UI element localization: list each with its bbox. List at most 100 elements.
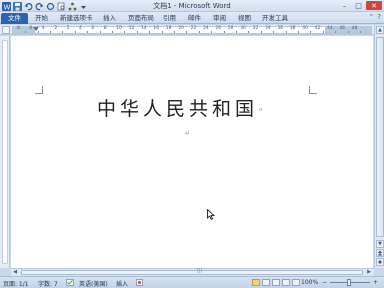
vertical-ruler-track — [2, 40, 8, 264]
tab-developer[interactable]: 开发工具 — [262, 13, 288, 24]
previous-page-button[interactable] — [376, 249, 384, 257]
top-right-margin-mark — [309, 86, 317, 94]
ruler-tick — [124, 31, 126, 33]
ruler-tick — [347, 31, 349, 33]
ruler-bar: 8 6 4 2 2 4 6 8 10 12 14 16 18 20 22 24 26 28 30 32 34 36 38 40… — [0, 25, 384, 35]
ribbon-controls: ⌃ ? — [368, 13, 381, 21]
document-heading[interactable]: 中华人民共和国↵ — [97, 94, 263, 121]
vertical-scroll-thumb[interactable] — [376, 37, 384, 237]
ruler-label: 2 — [54, 26, 58, 31]
ruler-tick — [186, 31, 188, 33]
document-page[interactable]: 中华人民共和国↵ ↵ — [11, 36, 373, 268]
ruler-label: 36 — [277, 26, 284, 31]
full-screen-reading-view-button[interactable] — [262, 279, 270, 286]
vertical-scrollbar[interactable]: ▲ ▼ — [374, 25, 384, 268]
tab-page-layout[interactable]: 页面布局 — [128, 13, 154, 24]
close-button[interactable]: ✕ — [366, 1, 382, 10]
ruler-tick — [136, 31, 138, 33]
window-title: 文档1 - Microsoft Word — [153, 2, 231, 10]
maximize-button[interactable]: □ — [352, 1, 365, 10]
ruler-label: 26 — [215, 26, 222, 31]
ruler-label: 20 — [178, 26, 184, 31]
ruler-label: 8 — [103, 26, 107, 31]
mouse-cursor-icon — [207, 208, 216, 222]
web-layout-view-button[interactable] — [272, 279, 280, 286]
ruler-label: 6 — [91, 26, 95, 31]
minimize-button[interactable]: – — [338, 1, 351, 10]
status-bar: 页面: 1/1 字数: 7 英语(美国) 插入 100% − + — [0, 276, 384, 288]
tab-home[interactable]: 开始 — [35, 13, 48, 24]
ruler-label: 22 — [190, 26, 197, 31]
ruler-label: 42 — [314, 26, 321, 31]
help-icon[interactable]: ? — [377, 13, 381, 21]
scroll-left-button[interactable]: ◀ — [11, 269, 19, 276]
ruler-tick — [74, 31, 76, 33]
scroll-up-button[interactable]: ▲ — [376, 26, 384, 34]
window-controls: – □ ✕ — [338, 1, 382, 10]
print-layout-view-button[interactable] — [252, 279, 260, 286]
ruler-tick — [260, 31, 262, 33]
ruler-tick — [298, 31, 299, 33]
tab-file[interactable]: 文件 — [1, 13, 28, 24]
horizontal-scroll-thumb[interactable] — [21, 270, 363, 275]
page-count[interactable]: 页面: 1/1 — [3, 279, 29, 288]
tab-selector[interactable] — [2, 26, 10, 34]
scroll-grip-icon: ||| — [197, 268, 203, 274]
ruler-tick — [360, 31, 361, 33]
ruler-label: 18 — [165, 26, 172, 31]
scroll-down-button[interactable]: ▼ — [376, 240, 384, 248]
ruler-tick — [248, 31, 250, 33]
ruler-tick — [223, 31, 225, 33]
language-indicator[interactable]: 英语(美国) — [79, 279, 108, 288]
outline-view-button[interactable] — [282, 279, 290, 286]
top-left-margin-mark — [35, 86, 43, 94]
ruler-tick — [236, 31, 237, 33]
ruler-tick — [174, 31, 175, 33]
ruler-tick — [198, 31, 200, 33]
ribbon-minimize-icon[interactable]: ⌃ — [368, 13, 374, 21]
paragraph-mark-empty: ↵ — [185, 130, 191, 137]
tab-view[interactable]: 视图 — [238, 13, 251, 24]
macro-record-icon[interactable] — [136, 279, 143, 288]
ruler-label: 10 — [116, 26, 122, 31]
heading-text: 中华人民共和国 — [97, 98, 259, 120]
ruler-label: 40 — [302, 26, 308, 31]
zoom-slider-thumb[interactable] — [347, 279, 351, 286]
ruler-tick — [50, 31, 51, 33]
ruler-tick — [335, 31, 337, 33]
tab-insert[interactable]: 插入 — [103, 13, 116, 24]
ruler-tick — [273, 31, 275, 33]
ruler-label: 34 — [265, 26, 271, 31]
zoom-in-button[interactable]: + — [373, 279, 378, 286]
tab-review[interactable]: 审阅 — [213, 13, 226, 24]
ruler-label: 48 — [351, 26, 358, 31]
tab-mailings[interactable]: 邮件 — [188, 13, 201, 24]
ruler-tick — [99, 31, 101, 33]
ruler-label: 14 — [141, 26, 147, 31]
ruler-label: 4 — [41, 26, 45, 31]
ruler-label: 32 — [252, 26, 259, 31]
insert-mode[interactable]: 插入 — [116, 279, 128, 288]
ruler-tick — [322, 31, 324, 33]
horizontal-scrollbar[interactable]: ◀ ||| ▶ — [11, 268, 374, 276]
ruler-label: 6 — [29, 26, 33, 31]
scroll-right-button[interactable]: ▶ — [365, 269, 373, 276]
ruler-label: 24 — [203, 26, 209, 31]
ruler-tick — [161, 31, 163, 33]
ruler-tick — [285, 31, 287, 33]
ruler-label: 16 — [153, 26, 160, 31]
browse-object-button[interactable] — [376, 258, 384, 266]
proofing-icon[interactable] — [66, 279, 74, 288]
ruler-label: 46 — [339, 26, 346, 31]
tab-references[interactable]: 引用 — [163, 13, 176, 24]
tab-new[interactable]: 新建选项卡 — [60, 13, 93, 24]
paragraph-mark: ↵ — [258, 106, 264, 114]
ruler-label: 44 — [327, 26, 333, 31]
word-count[interactable]: 字数: 7 — [38, 279, 58, 288]
ruler-label: 30 — [240, 26, 246, 31]
zoom-level[interactable]: 100% — [301, 279, 318, 286]
horizontal-ruler[interactable]: 8 6 4 2 2 4 6 8 10 12 14 16 18 20 22 24 26 28 30 32 34 36 38 40… — [12, 26, 372, 34]
vertical-ruler[interactable] — [0, 36, 10, 268]
zoom-out-button[interactable]: − — [322, 279, 327, 286]
draft-view-button[interactable] — [292, 279, 300, 286]
